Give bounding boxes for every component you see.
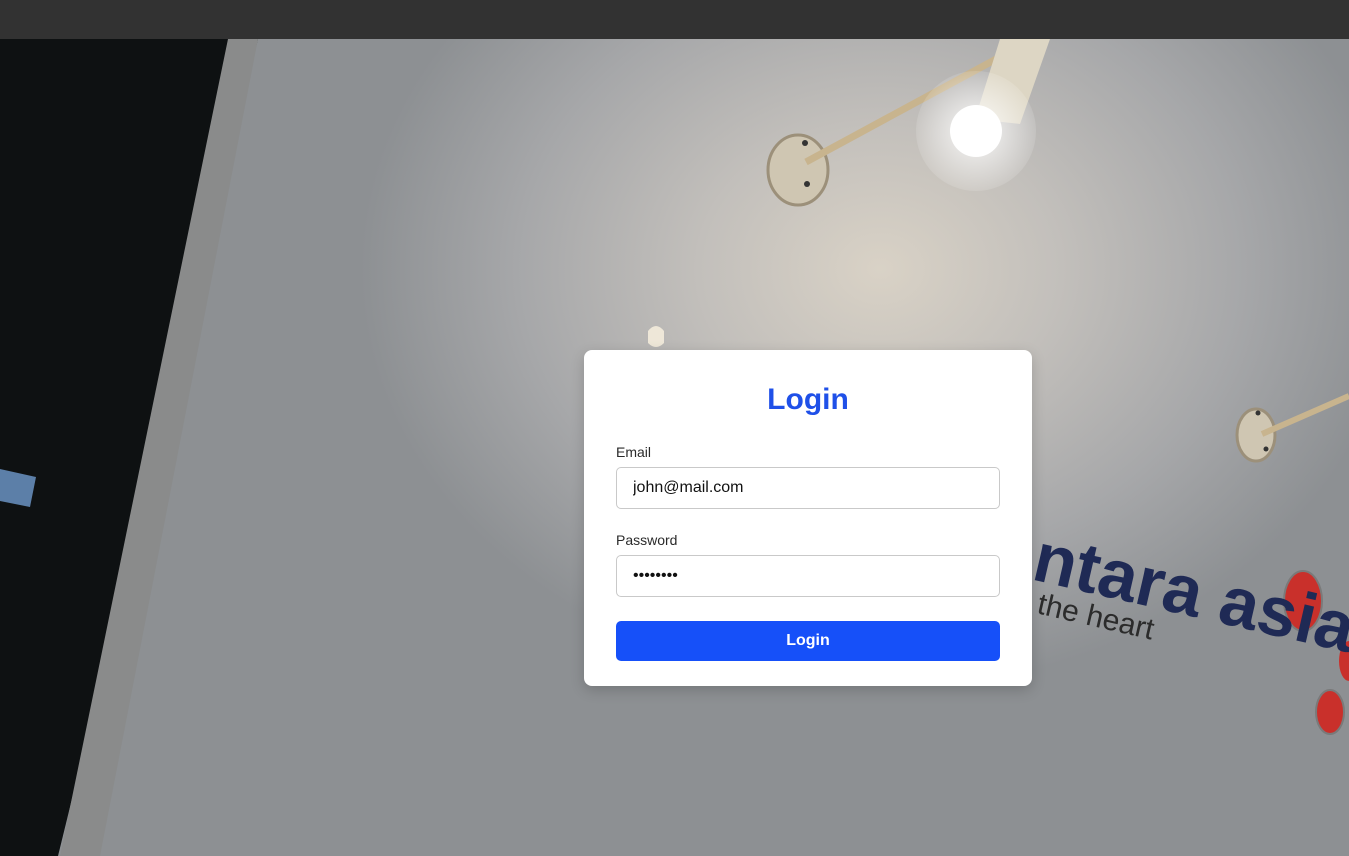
email-input[interactable] — [616, 467, 1000, 509]
red-dot-2 — [1315, 689, 1345, 735]
password-label: Password — [616, 532, 678, 548]
wall-sign-text: ntara asia — [1027, 518, 1349, 668]
login-card: Login Email Password Login — [584, 350, 1032, 686]
browser-top-bar — [0, 0, 1349, 39]
wall-lamp-top — [766, 39, 1050, 207]
wall-lamp-right — [1235, 393, 1349, 463]
login-title: Login — [767, 383, 849, 416]
login-button[interactable]: Login — [616, 621, 1000, 661]
wall-fixture — [648, 326, 664, 347]
email-label: Email — [616, 444, 652, 460]
password-input[interactable] — [616, 555, 1000, 597]
